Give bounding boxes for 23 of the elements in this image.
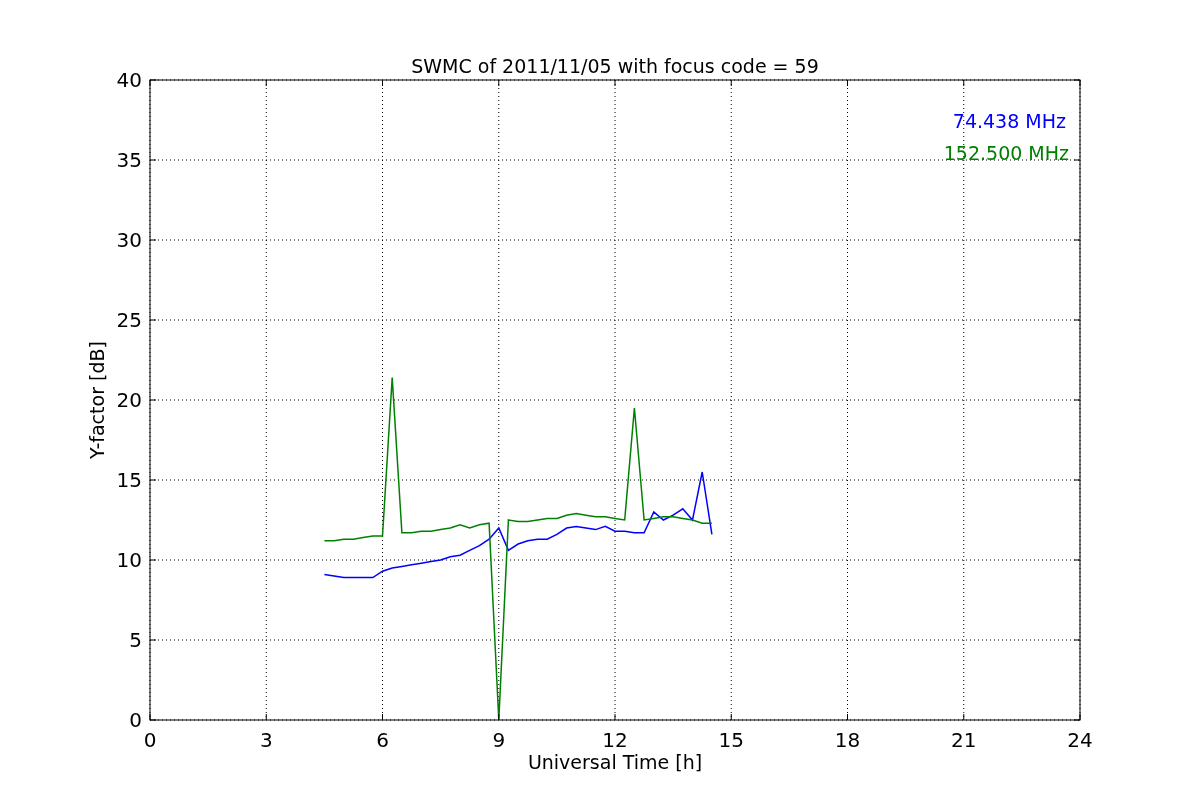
- x-tick-label: 18: [834, 728, 861, 752]
- y-tick-label: 10: [116, 548, 142, 572]
- x-tick-label: 15: [718, 728, 744, 752]
- y-tick-label: 15: [116, 468, 142, 492]
- y-axis-label: Y-factor [dB]: [86, 341, 108, 459]
- x-tick-label: 3: [259, 728, 273, 752]
- y-tick-label: 35: [116, 148, 142, 172]
- legend-label: 152.500 MHz: [943, 142, 1069, 164]
- x-tick-label: 6: [376, 728, 389, 752]
- y-tick-label: 40: [116, 68, 142, 92]
- y-tick-label: 5: [129, 628, 142, 652]
- y-tick-label: 30: [116, 228, 142, 252]
- legend-label: 74.438 MHz: [952, 110, 1066, 132]
- x-tick-label: 24: [1067, 728, 1093, 752]
- x-tick-label: 0: [143, 728, 157, 752]
- x-axis-label: Universal Time [h]: [527, 751, 703, 773]
- x-tick-label: 21: [951, 728, 977, 752]
- chart-title: SWMC of 2011/11/05 with focus code = 59: [411, 55, 819, 77]
- y-tick-label: 0: [129, 708, 142, 732]
- x-tick-label: 9: [492, 728, 506, 752]
- y-tick-label: 25: [116, 308, 142, 332]
- x-tick-label: 12: [602, 728, 628, 752]
- y-tick-label: 20: [116, 388, 142, 412]
